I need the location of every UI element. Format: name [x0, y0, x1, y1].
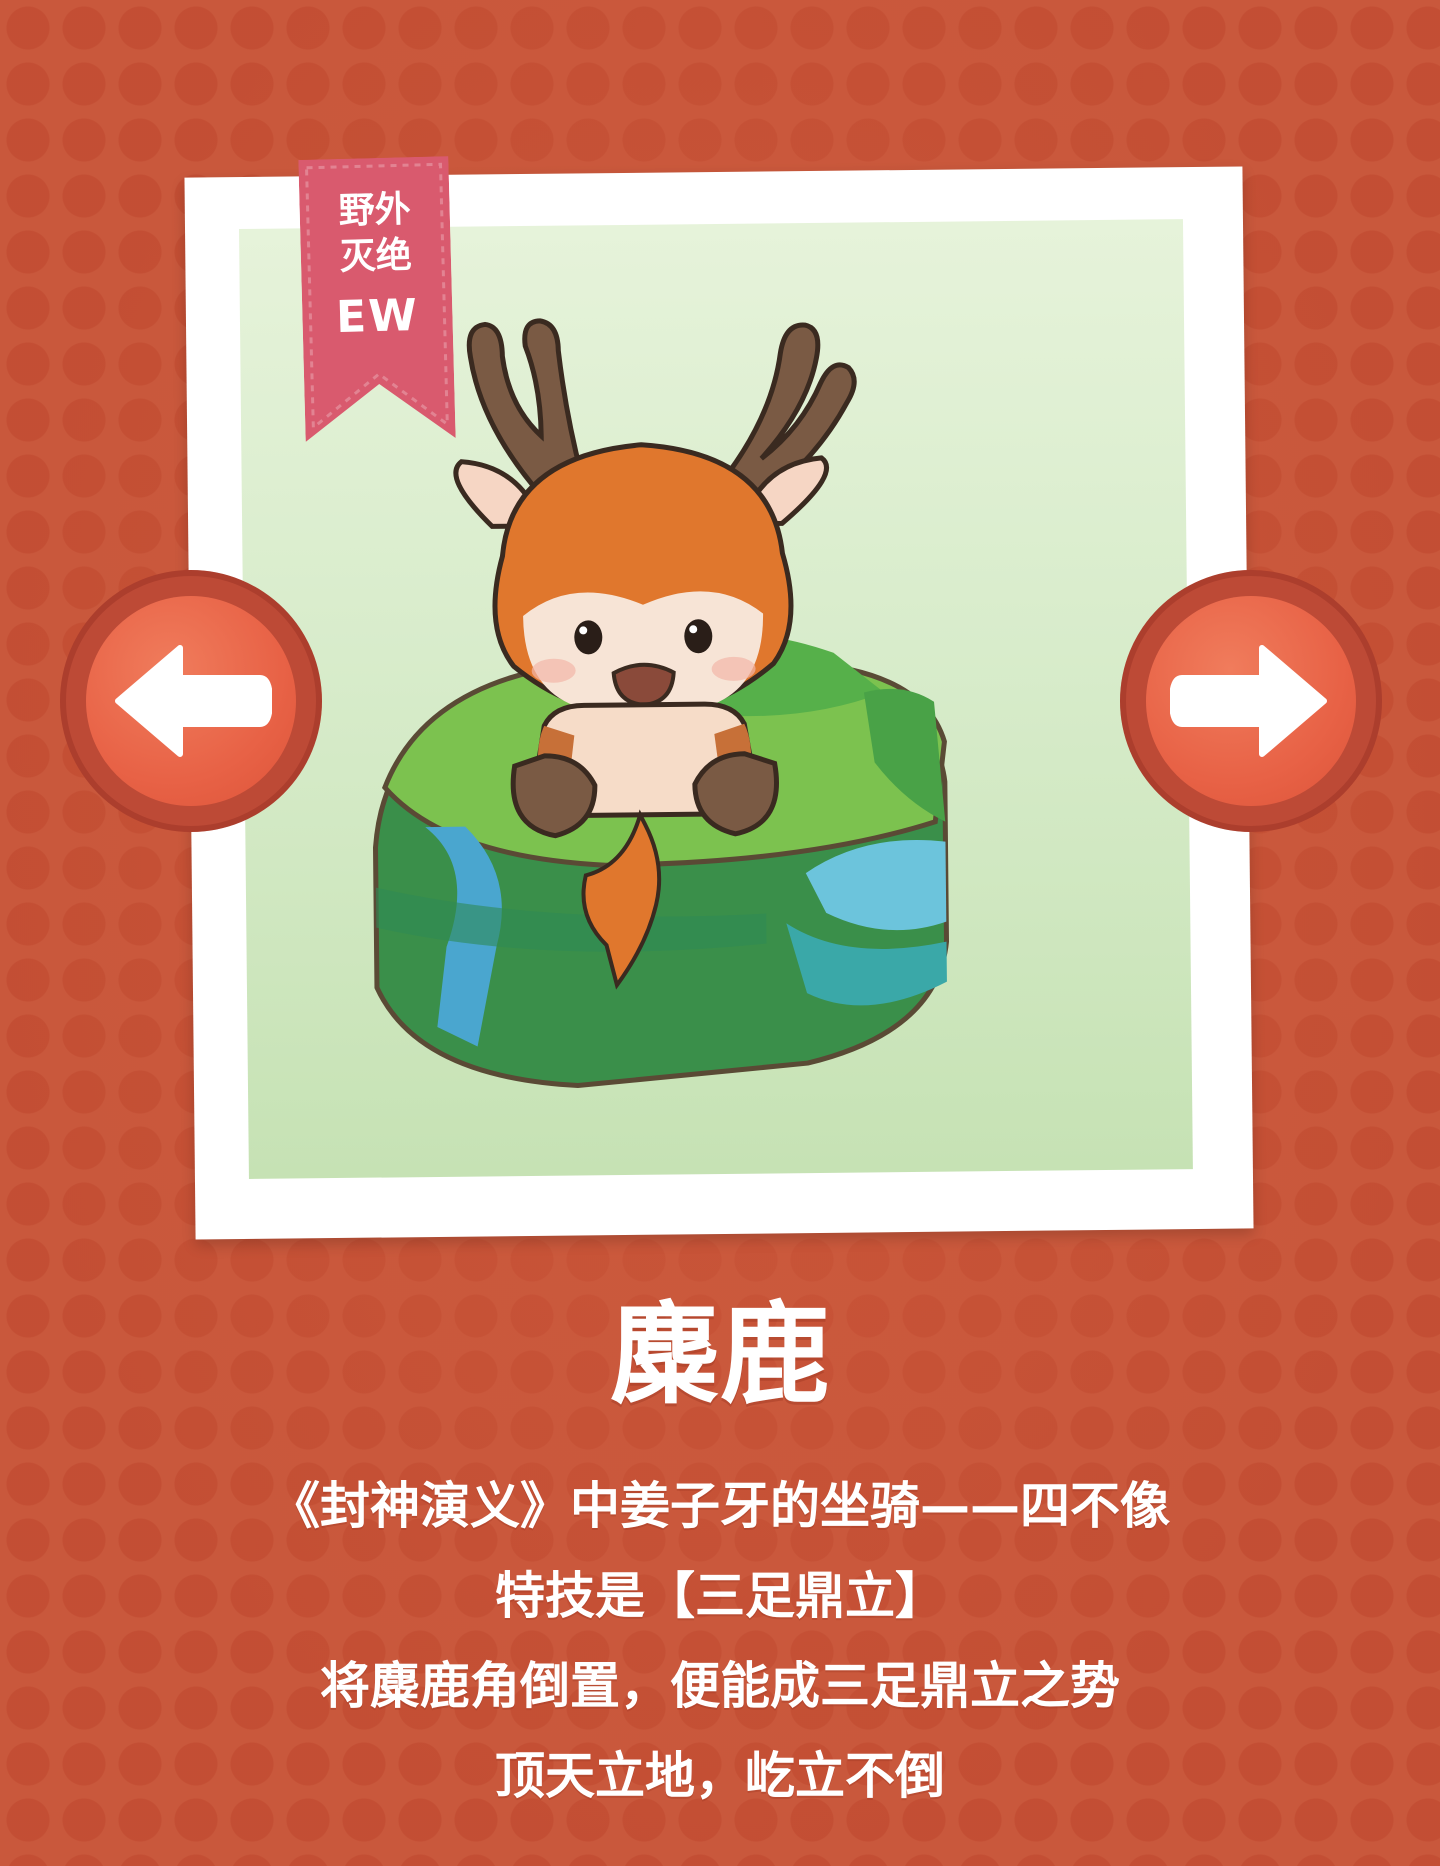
arrow-left-icon: [115, 645, 272, 757]
badge-code: EW: [335, 289, 420, 344]
prev-button[interactable]: [60, 570, 322, 832]
badge-line-2: 灭绝: [339, 235, 413, 278]
next-button[interactable]: [1120, 570, 1382, 832]
arrow-right-icon: [1170, 645, 1327, 757]
description-line-4: 顶天立地，屹立不倒: [495, 1747, 945, 1805]
description-line-1: 《封神演义》中姜子牙的坐骑——四不像: [270, 1477, 1170, 1535]
animal-name: 麋鹿: [610, 1291, 830, 1419]
badge-line-1: 野外: [338, 189, 412, 232]
conservation-status-badge: 野外 灭绝 EW: [298, 156, 456, 442]
description-line-2: 特技是【三足鼎立】: [495, 1567, 945, 1625]
description-line-3: 将麋鹿角倒置，便能成三足鼎立之势: [320, 1657, 1120, 1715]
